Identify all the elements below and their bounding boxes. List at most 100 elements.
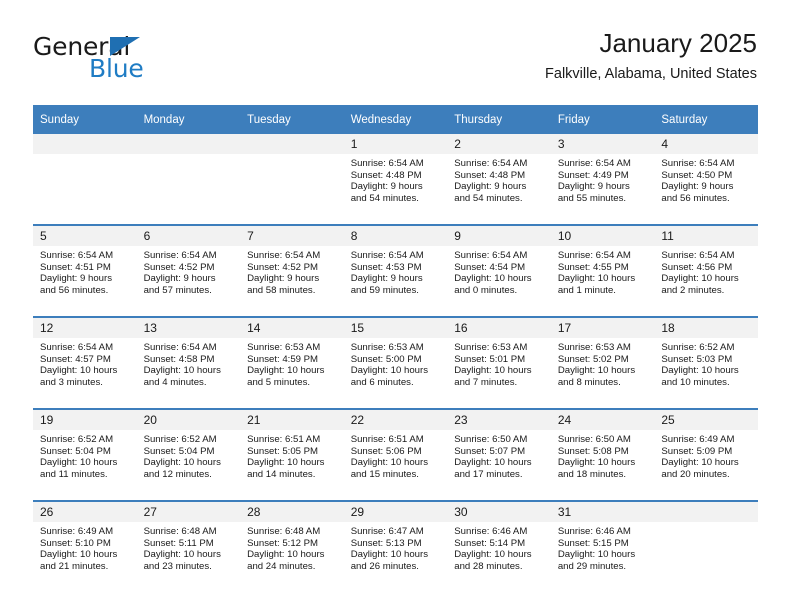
calendar-day-cell[interactable]: 26 Sunrise: 6:49 AM Sunset: 5:10 PM Dayligh… xyxy=(33,500,137,592)
calendar-day-cell[interactable]: 14 Sunrise: 6:53 AM Sunset: 4:59 PM Dayligh… xyxy=(240,316,344,409)
day-sun-info: Sunrise: 6:53 AM Sunset: 4:59 PM Daylight:… xyxy=(240,338,344,388)
sunrise-text: Sunrise: 6:54 AM xyxy=(557,158,631,169)
calendar-day-cell[interactable]: 1 Sunrise: 6:54 AM Sunset: 4:48 PM Daylight… xyxy=(343,134,448,225)
calendar-day-cell[interactable]: 27 Sunrise: 6:48 AM Sunset: 5:11 PM Dayligh… xyxy=(136,500,241,592)
calendar-day-cell[interactable]: 5 Sunrise: 6:54 AM Sunset: 4:51 PM Daylight… xyxy=(33,224,137,317)
weekday-header-monday: Monday xyxy=(136,105,241,134)
calendar-day-cell[interactable]: 2 Sunrise: 6:54 AM Sunset: 4:48 PM Daylight… xyxy=(447,134,551,225)
page-header: General Blue January 2025 Falkville, Ala… xyxy=(33,26,757,98)
daylight-text: Daylight: 9 hours and 54 minutes. xyxy=(350,181,423,204)
weekday-header-wednesday: Wednesday xyxy=(343,105,448,134)
calendar-day-cell[interactable]: 21 Sunrise: 6:51 AM Sunset: 5:05 PM Dayligh… xyxy=(240,408,344,501)
calendar-day-cell[interactable]: 4 Sunrise: 6:54 AM Sunset: 4:50 PM Daylight… xyxy=(654,134,758,225)
calendar-day-cell-empty xyxy=(33,134,137,225)
sunset-text: Sunset: 4:48 PM xyxy=(350,169,422,181)
calendar-day-cell[interactable]: 30 Sunrise: 6:46 AM Sunset: 5:14 PM Dayligh… xyxy=(447,500,551,592)
day-number: 2 xyxy=(447,134,551,154)
day-number: 8 xyxy=(343,226,448,246)
day-sun-info: Sunrise: 6:46 AM Sunset: 5:14 PM Daylight:… xyxy=(447,522,551,572)
calendar-week-row: 12 Sunrise: 6:54 AM Sunset: 4:57 PM Dayligh… xyxy=(33,316,758,409)
sunrise-text: Sunrise: 6:49 AM xyxy=(40,526,114,537)
calendar-day-cell[interactable]: 16 Sunrise: 6:53 AM Sunset: 5:01 PM Dayligh… xyxy=(447,316,551,409)
daylight-text: Daylight: 10 hours and 28 minutes. xyxy=(454,549,532,572)
day-number xyxy=(240,134,344,154)
sunrise-text: Sunrise: 6:52 AM xyxy=(143,434,217,445)
sunset-text: Sunset: 5:12 PM xyxy=(247,537,319,549)
calendar-day-cell-empty xyxy=(136,134,241,225)
calendar-day-cell[interactable]: 11 Sunrise: 6:54 AM Sunset: 4:56 PM Dayligh… xyxy=(654,224,758,317)
calendar-day-cell[interactable]: 12 Sunrise: 6:54 AM Sunset: 4:57 PM Dayligh… xyxy=(33,316,137,409)
daylight-text: Daylight: 9 hours and 59 minutes. xyxy=(350,273,423,296)
day-number: 31 xyxy=(550,502,655,522)
day-number: 19 xyxy=(33,410,137,430)
sunset-text: Sunset: 4:51 PM xyxy=(40,261,111,273)
day-sun-info: Sunrise: 6:54 AM Sunset: 4:49 PM Daylight:… xyxy=(551,154,655,204)
sunrise-text: Sunrise: 6:48 AM xyxy=(247,526,321,537)
sunset-text: Sunset: 5:09 PM xyxy=(661,445,733,457)
day-number: 5 xyxy=(33,226,137,246)
calendar-day-cell[interactable]: 7 Sunrise: 6:54 AM Sunset: 4:52 PM Daylight… xyxy=(240,224,344,317)
daylight-text: Daylight: 10 hours and 4 minutes. xyxy=(143,365,221,388)
sunrise-text: Sunrise: 6:47 AM xyxy=(350,526,424,537)
calendar-day-cell[interactable]: 20 Sunrise: 6:52 AM Sunset: 5:04 PM Dayligh… xyxy=(136,408,241,501)
calendar-week-row: 26 Sunrise: 6:49 AM Sunset: 5:10 PM Dayligh… xyxy=(33,500,758,592)
sunrise-text: Sunrise: 6:53 AM xyxy=(350,342,424,353)
daylight-text: Daylight: 10 hours and 29 minutes. xyxy=(557,549,636,572)
weekday-header-thursday: Thursday xyxy=(447,105,551,134)
calendar-day-cell[interactable]: 29 Sunrise: 6:47 AM Sunset: 5:13 PM Dayligh… xyxy=(343,500,448,592)
calendar-day-cell[interactable]: 28 Sunrise: 6:48 AM Sunset: 5:12 PM Dayligh… xyxy=(240,500,344,592)
sunset-text: Sunset: 4:49 PM xyxy=(557,169,629,181)
sunset-text: Sunset: 5:13 PM xyxy=(350,537,422,549)
sunset-text: Sunset: 5:06 PM xyxy=(350,445,422,457)
calendar-day-cell[interactable]: 18 Sunrise: 6:52 AM Sunset: 5:03 PM Dayligh… xyxy=(654,316,758,409)
calendar-day-cell[interactable]: 25 Sunrise: 6:49 AM Sunset: 5:09 PM Dayligh… xyxy=(654,408,758,501)
sunrise-text: Sunrise: 6:54 AM xyxy=(350,158,424,169)
day-number: 10 xyxy=(550,226,655,246)
calendar-day-cell[interactable]: 9 Sunrise: 6:54 AM Sunset: 4:54 PM Daylight… xyxy=(447,224,551,317)
weekday-header-sunday: Sunday xyxy=(33,105,137,134)
calendar-day-cell-empty xyxy=(240,134,344,225)
calendar-day-cell[interactable]: 15 Sunrise: 6:53 AM Sunset: 5:00 PM Dayligh… xyxy=(343,316,448,409)
calendar-day-cell[interactable]: 3 Sunrise: 6:54 AM Sunset: 4:49 PM Daylight… xyxy=(550,134,655,225)
day-number: 15 xyxy=(343,318,448,338)
weekday-header-friday: Friday xyxy=(550,105,655,134)
calendar-day-cell[interactable]: 6 Sunrise: 6:54 AM Sunset: 4:52 PM Daylight… xyxy=(136,224,241,317)
calendar-day-cell[interactable]: 13 Sunrise: 6:54 AM Sunset: 4:58 PM Dayligh… xyxy=(136,316,241,409)
calendar-day-cell[interactable]: 17 Sunrise: 6:53 AM Sunset: 5:02 PM Dayligh… xyxy=(550,316,655,409)
calendar-day-cell[interactable]: 24 Sunrise: 6:50 AM Sunset: 5:08 PM Dayligh… xyxy=(550,408,655,501)
calendar-page: General Blue January 2025 Falkville, Ala… xyxy=(0,0,792,612)
sunrise-text: Sunrise: 6:52 AM xyxy=(661,342,735,353)
day-number: 9 xyxy=(447,226,551,246)
calendar-day-cell[interactable]: 23 Sunrise: 6:50 AM Sunset: 5:07 PM Dayligh… xyxy=(447,408,551,501)
day-sun-info: Sunrise: 6:49 AM Sunset: 5:09 PM Daylight:… xyxy=(654,430,758,480)
daylight-text: Daylight: 10 hours and 5 minutes. xyxy=(247,365,325,388)
calendar-day-cell[interactable]: 8 Sunrise: 6:54 AM Sunset: 4:53 PM Daylight… xyxy=(343,224,448,317)
sunrise-text: Sunrise: 6:51 AM xyxy=(350,434,424,445)
day-number: 6 xyxy=(136,226,241,246)
sunrise-text: Sunrise: 6:52 AM xyxy=(40,434,114,445)
day-number: 4 xyxy=(654,134,758,154)
daylight-text: Daylight: 10 hours and 17 minutes. xyxy=(454,457,532,480)
sunrise-text: Sunrise: 6:54 AM xyxy=(661,250,735,261)
sunset-text: Sunset: 5:01 PM xyxy=(454,353,526,365)
day-sun-info: Sunrise: 6:54 AM Sunset: 4:51 PM Daylight:… xyxy=(33,246,137,296)
calendar-day-cell[interactable]: 31 Sunrise: 6:46 AM Sunset: 5:15 PM Dayligh… xyxy=(550,500,655,592)
calendar-week-row: 5 Sunrise: 6:54 AM Sunset: 4:51 PM Daylight… xyxy=(33,224,758,317)
daylight-text: Daylight: 9 hours and 56 minutes. xyxy=(661,181,734,204)
daylight-text: Daylight: 10 hours and 12 minutes. xyxy=(143,457,221,480)
day-sun-info: Sunrise: 6:54 AM Sunset: 4:57 PM Daylight:… xyxy=(33,338,137,388)
day-number xyxy=(654,502,758,522)
weekday-header-row: Sunday Monday Tuesday Wednesday Thursday… xyxy=(33,105,758,134)
day-number: 26 xyxy=(33,502,137,522)
day-sun-info: Sunrise: 6:48 AM Sunset: 5:12 PM Daylight:… xyxy=(240,522,344,572)
calendar-day-cell[interactable]: 22 Sunrise: 6:51 AM Sunset: 5:06 PM Dayligh… xyxy=(343,408,448,501)
calendar-week-row: 19 Sunrise: 6:52 AM Sunset: 5:04 PM Dayligh… xyxy=(33,408,758,501)
weekday-header-saturday: Saturday xyxy=(654,105,758,134)
calendar-day-cell[interactable]: 19 Sunrise: 6:52 AM Sunset: 5:04 PM Dayligh… xyxy=(33,408,137,501)
sunset-text: Sunset: 5:14 PM xyxy=(454,537,526,549)
daylight-text: Daylight: 10 hours and 8 minutes. xyxy=(557,365,636,388)
calendar-day-cell[interactable]: 10 Sunrise: 6:54 AM Sunset: 4:55 PM Dayligh… xyxy=(550,224,655,317)
sunrise-text: Sunrise: 6:48 AM xyxy=(143,526,217,537)
day-sun-info: Sunrise: 6:54 AM Sunset: 4:48 PM Daylight:… xyxy=(447,154,551,204)
sunset-text: Sunset: 4:54 PM xyxy=(454,261,526,273)
